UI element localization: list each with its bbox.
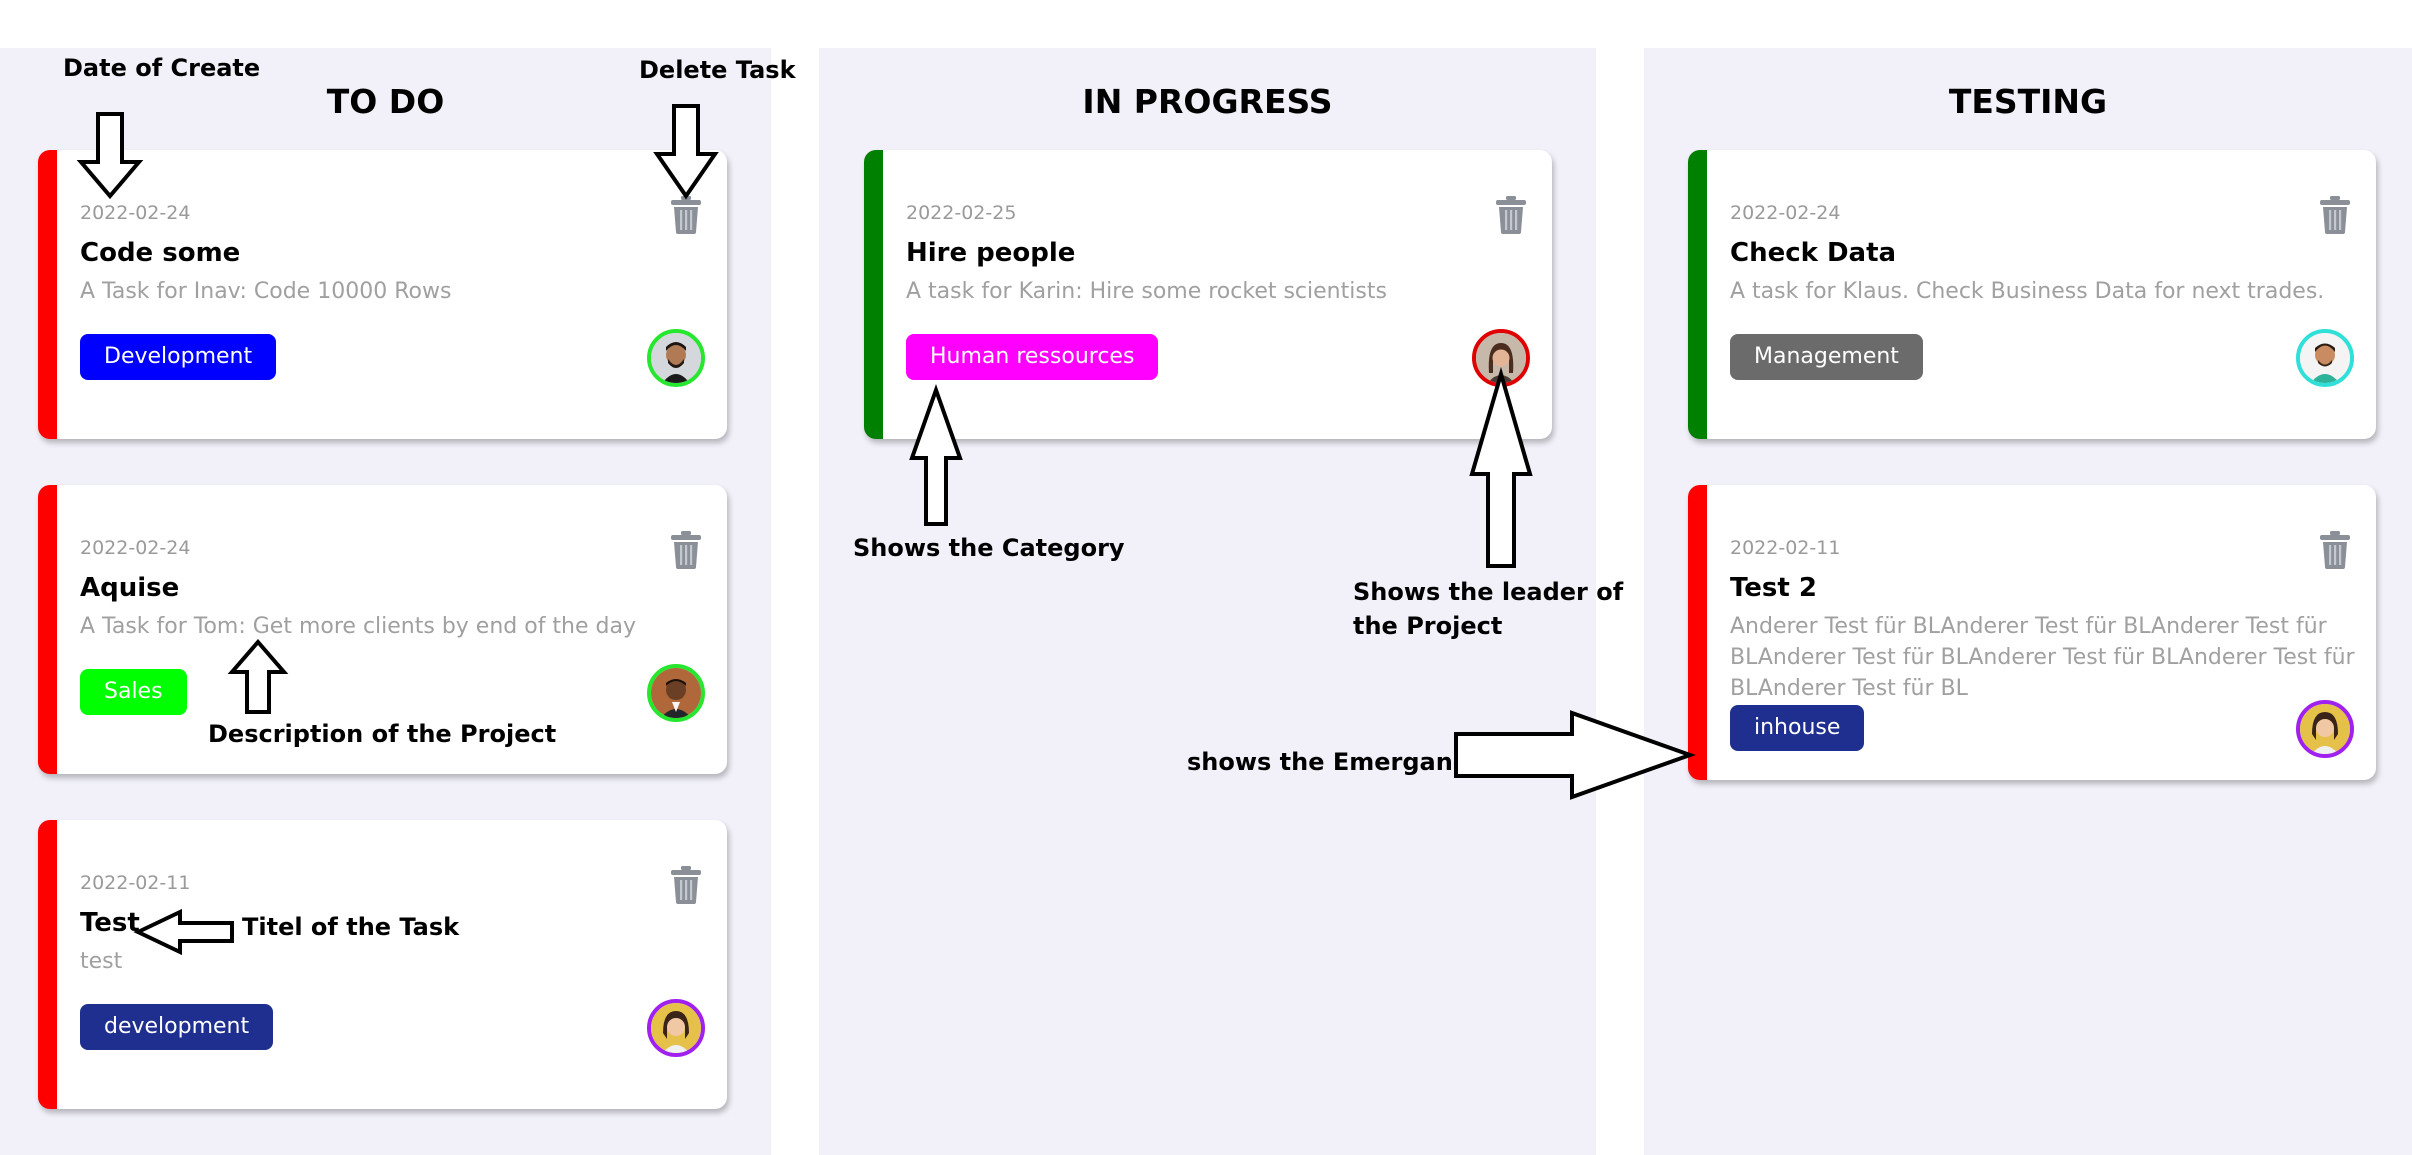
task-description: A Task for Tom: Get more clients by end … <box>80 614 636 639</box>
task-description: A Task for Inav: Code 10000 Rows <box>80 279 452 304</box>
category-badge: Development <box>80 334 277 380</box>
task-date: 2022-02-11 <box>1730 537 1841 559</box>
arrow-up-icon <box>227 638 289 714</box>
annotation-title-of-task: Titel of the Task <box>242 913 460 941</box>
task-date: 2022-02-24 <box>80 537 191 559</box>
task-card[interactable]: 2022-02-11 Test 2 Anderer Test für BLAnd… <box>1688 485 2376 780</box>
task-description: A task for Klaus. Check Business Data fo… <box>1730 279 2325 304</box>
trash-icon[interactable] <box>670 196 702 234</box>
annotation-delete-task: Delete Task <box>639 56 796 84</box>
trash-icon[interactable] <box>670 866 702 904</box>
trash-icon[interactable] <box>2319 196 2351 234</box>
avatar[interactable] <box>2296 329 2354 387</box>
task-date: 2022-02-11 <box>80 872 191 894</box>
category-badge: Sales <box>80 669 187 715</box>
column-title: TESTING <box>1948 82 2108 121</box>
task-title: Test 2 <box>1730 573 1817 603</box>
arrow-down-icon <box>76 112 144 200</box>
arrow-up-icon <box>909 383 963 526</box>
annotation-shows-leader: Shows the leader of the Project <box>1353 578 1624 640</box>
task-date: 2022-02-24 <box>1730 202 1841 224</box>
task-date: 2022-02-24 <box>80 202 191 224</box>
trash-icon[interactable] <box>2319 531 2351 569</box>
category-badge: Human ressources <box>906 334 1159 380</box>
category-badge: development <box>80 1004 274 1050</box>
avatar[interactable] <box>647 329 705 387</box>
task-title: Aquise <box>80 573 180 603</box>
task-card[interactable]: 2022-02-24 Check Data A task for Klaus. … <box>1688 150 2376 439</box>
task-title: Code some <box>80 238 241 268</box>
task-title: Hire people <box>906 238 1076 268</box>
arrow-right-icon <box>1454 710 1696 800</box>
task-card[interactable]: 2022-02-25 Hire people A task for Karin:… <box>864 150 1552 439</box>
column-title: IN PROGRESS <box>1082 82 1333 121</box>
trash-icon[interactable] <box>670 531 702 569</box>
task-description: A task for Karin: Hire some rocket scien… <box>906 279 1387 304</box>
annotation-description: Description of the Project <box>208 720 557 748</box>
category-badge: inhouse <box>1730 705 1865 751</box>
task-card[interactable]: 2022-02-11 Test test development <box>38 820 727 1109</box>
avatar[interactable] <box>647 999 705 1057</box>
arrow-up-icon <box>1469 366 1533 568</box>
annotation-shows-emergency: shows the Emergancy <box>1187 748 1483 776</box>
annotation-date-of-create: Date of Create <box>63 54 261 82</box>
task-title: Test <box>80 908 140 938</box>
column-testing: TESTING 2022-02-24 Check Data A task for… <box>1644 48 2412 1155</box>
column-todo: TO DO 2022-02-24 Code some A Task for In… <box>0 48 771 1155</box>
avatar[interactable] <box>2296 700 2354 758</box>
task-description: Anderer Test für BLAnderer Test für BLAn… <box>1730 614 2355 701</box>
task-title: Check Data <box>1730 238 1897 268</box>
category-badge: Management <box>1730 334 1923 380</box>
avatar[interactable] <box>647 664 705 722</box>
annotation-shows-category: Shows the Category <box>853 534 1125 562</box>
task-date: 2022-02-25 <box>906 202 1017 224</box>
arrow-down-icon <box>653 104 719 200</box>
trash-icon[interactable] <box>1495 196 1527 234</box>
arrow-left-icon <box>133 908 234 956</box>
